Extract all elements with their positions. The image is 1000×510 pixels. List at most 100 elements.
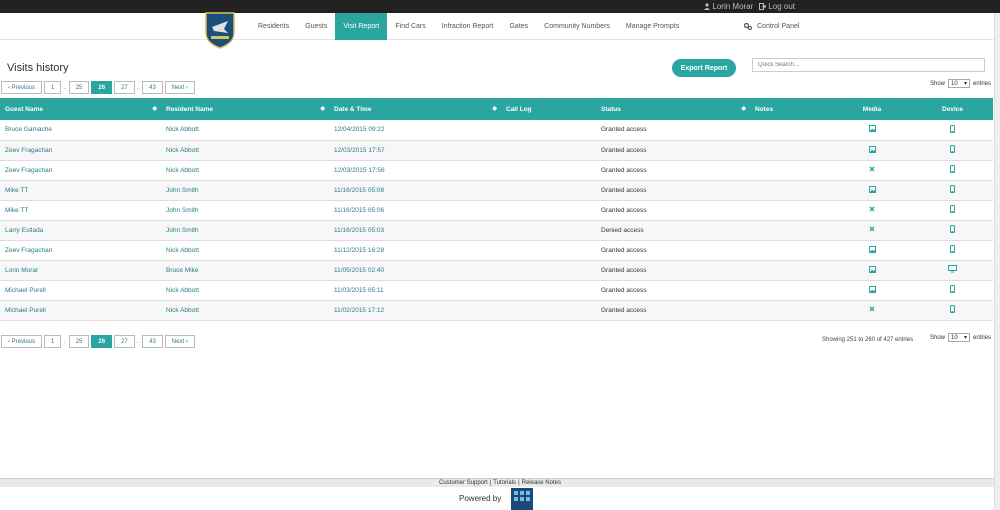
pagination-top: ‹ Previous 1 .. 25 26 27 .. 43 Next ›	[1, 81, 195, 94]
guest-name-link[interactable]: Michael Purell	[0, 300, 161, 321]
nav-manage-prompts[interactable]: Manage Prompts	[618, 13, 687, 40]
page-title: Visits history	[7, 62, 69, 74]
nav-residents[interactable]: Residents	[250, 13, 297, 40]
col-media: Media	[862, 105, 882, 113]
page-button-current[interactable]: 26	[91, 335, 113, 348]
resident-name-link[interactable]: Bruce Mike	[161, 260, 329, 281]
device-cell	[912, 140, 993, 161]
entries-select[interactable]: 10 ▾	[948, 79, 971, 88]
resident-name-link[interactable]: Nick Abbott	[161, 160, 329, 181]
guest-name-link[interactable]: Bruce Gamache	[0, 120, 161, 141]
guest-name-link[interactable]: Lorin Morar	[0, 260, 161, 281]
nav-community-numbers[interactable]: Community Numbers	[536, 13, 618, 40]
navbar: Residents Guests Visit Report Find Cars …	[0, 12, 1000, 49]
table-row[interactable]: Michael Purell Nick Abbott 11/02/2015 17:1…	[0, 300, 993, 321]
visit-datetime-link[interactable]: 12/03/2015 17:57	[329, 140, 501, 161]
table-row[interactable]: Bruce Gamache Nick Abbott 12/04/2015 09:22…	[0, 120, 993, 141]
page-button[interactable]: 25	[68, 81, 90, 94]
table-row[interactable]: Zeev Fragachan Nick Abbott 11/12/2015 16:2…	[0, 240, 993, 261]
visit-datetime-link[interactable]: 11/16/2015 05:08	[329, 180, 501, 201]
guest-name-link[interactable]: Zeev Fragachan	[0, 140, 161, 161]
guest-name-link[interactable]: Mike TT	[0, 200, 161, 221]
resident-name-link[interactable]: John Smith	[161, 220, 329, 241]
image-icon[interactable]	[868, 285, 876, 295]
prev-button[interactable]: ‹ Previous	[1, 335, 43, 348]
col-guest-name[interactable]: Guest Name ◆	[0, 98, 161, 120]
nav-gates[interactable]: Gates	[501, 13, 536, 40]
control-panel-link[interactable]: Control Panel	[744, 13, 799, 40]
no-media-icon	[869, 306, 875, 314]
image-icon[interactable]	[868, 185, 876, 195]
visit-datetime-link[interactable]: 11/16/2015 05:06	[329, 200, 501, 221]
guest-name-link[interactable]: Larry Estlada	[0, 220, 161, 241]
visit-datetime-link[interactable]: 11/12/2015 16:28	[329, 240, 501, 261]
table-row[interactable]: Lorin Morar Bruce Mike 11/05/2015 02:40 Gra…	[0, 260, 993, 281]
page-button[interactable]: 27	[114, 81, 135, 94]
guest-name-link[interactable]: Zeev Fragachan	[0, 160, 161, 181]
visit-datetime-link[interactable]: 11/16/2015 05:03	[329, 220, 501, 241]
next-button[interactable]: Next ›	[164, 81, 195, 94]
page-button-current[interactable]: 26	[91, 81, 113, 94]
logout-link[interactable]: Log out	[759, 2, 795, 11]
image-icon[interactable]	[868, 245, 876, 255]
tutorials-link[interactable]: Tutorials	[493, 480, 516, 486]
release-notes-link[interactable]: Release Notes	[522, 480, 561, 486]
resident-name-link[interactable]: Nick Abbott	[161, 240, 329, 261]
col-status[interactable]: Status ◆	[596, 98, 750, 120]
visit-datetime-link[interactable]: 12/04/2015 09:22	[329, 120, 501, 141]
resident-name-link[interactable]: Nick Abbott	[161, 300, 329, 321]
community-logo[interactable]	[204, 9, 236, 49]
page-button[interactable]: 43	[142, 335, 163, 348]
visit-datetime-link[interactable]: 11/03/2015 05:11	[329, 280, 501, 301]
table-row[interactable]: Mike TT John Smith 11/16/2015 05:06 Granted…	[0, 200, 993, 221]
visit-datetime-link[interactable]: 11/05/2015 02:40	[329, 260, 501, 281]
export-report-button[interactable]: Export Report	[672, 59, 736, 77]
media-cell	[832, 160, 912, 181]
resident-name-link[interactable]: Nick Abbott	[161, 140, 329, 161]
next-button[interactable]: Next ›	[164, 335, 195, 348]
mobile-icon	[950, 124, 955, 135]
page-button[interactable]: 25	[68, 335, 90, 348]
table-row[interactable]: Zeev Fragachan Nick Abbott 12/03/2015 17:5…	[0, 140, 993, 161]
table-row[interactable]: Michael Purell Nick Abbott 11/03/2015 05:1…	[0, 280, 993, 301]
visit-datetime-link[interactable]: 11/02/2015 17:12	[329, 300, 501, 321]
quick-search-input[interactable]	[752, 58, 985, 72]
resident-name-link[interactable]: Nick Abbott	[161, 120, 329, 141]
image-icon[interactable]	[868, 125, 876, 134]
entries-select[interactable]: 10 ▾	[948, 333, 971, 342]
col-device: Device	[942, 105, 963, 113]
image-icon[interactable]	[868, 265, 876, 275]
resident-name-link[interactable]: Nick Abbott	[161, 280, 329, 301]
call-log-cell	[501, 280, 596, 301]
nav-infraction-report[interactable]: Infraction Report	[434, 13, 502, 40]
page-button[interactable]: 27	[114, 335, 135, 348]
page-button[interactable]: 1	[44, 335, 62, 348]
nav-guests[interactable]: Guests	[297, 13, 335, 40]
nav-find-cars[interactable]: Find Cars	[387, 13, 433, 40]
page-button[interactable]: 1	[44, 81, 62, 94]
table-row[interactable]: Larry Estlada John Smith 11/16/2015 05:03 D…	[0, 220, 993, 241]
image-icon[interactable]	[868, 145, 876, 155]
guest-name-link[interactable]: Michael Purell	[0, 280, 161, 301]
col-date-time[interactable]: Date & Time ◆	[329, 98, 501, 120]
page-button[interactable]: 43	[142, 81, 163, 94]
status-cell: Granted access	[596, 260, 750, 281]
visit-datetime-link[interactable]: 12/03/2015 17:56	[329, 160, 501, 181]
media-cell	[832, 200, 912, 221]
device-cell	[912, 120, 993, 141]
table-row[interactable]: Zeev Fragachan Nick Abbott 12/03/2015 17:5…	[0, 160, 993, 181]
media-cell	[832, 120, 912, 141]
main-nav: Residents Guests Visit Report Find Cars …	[250, 13, 687, 40]
table-row[interactable]: Mike TT John Smith 11/16/2015 05:08 Granted…	[0, 180, 993, 201]
guest-name-link[interactable]: Mike TT	[0, 180, 161, 201]
resident-name-link[interactable]: John Smith	[161, 200, 329, 221]
customer-support-link[interactable]: Customer Support	[439, 480, 488, 486]
mobile-icon	[950, 225, 955, 235]
prev-button[interactable]: ‹ Previous	[1, 81, 43, 94]
resident-name-link[interactable]: John Smith	[161, 180, 329, 201]
col-resident-name[interactable]: Resident Name ◆	[161, 98, 329, 120]
page-scrollbar[interactable]	[994, 13, 1000, 510]
user-link[interactable]: Lorin Morar	[704, 2, 753, 11]
nav-visit-report[interactable]: Visit Report	[335, 13, 388, 40]
guest-name-link[interactable]: Zeev Fragachan	[0, 240, 161, 261]
